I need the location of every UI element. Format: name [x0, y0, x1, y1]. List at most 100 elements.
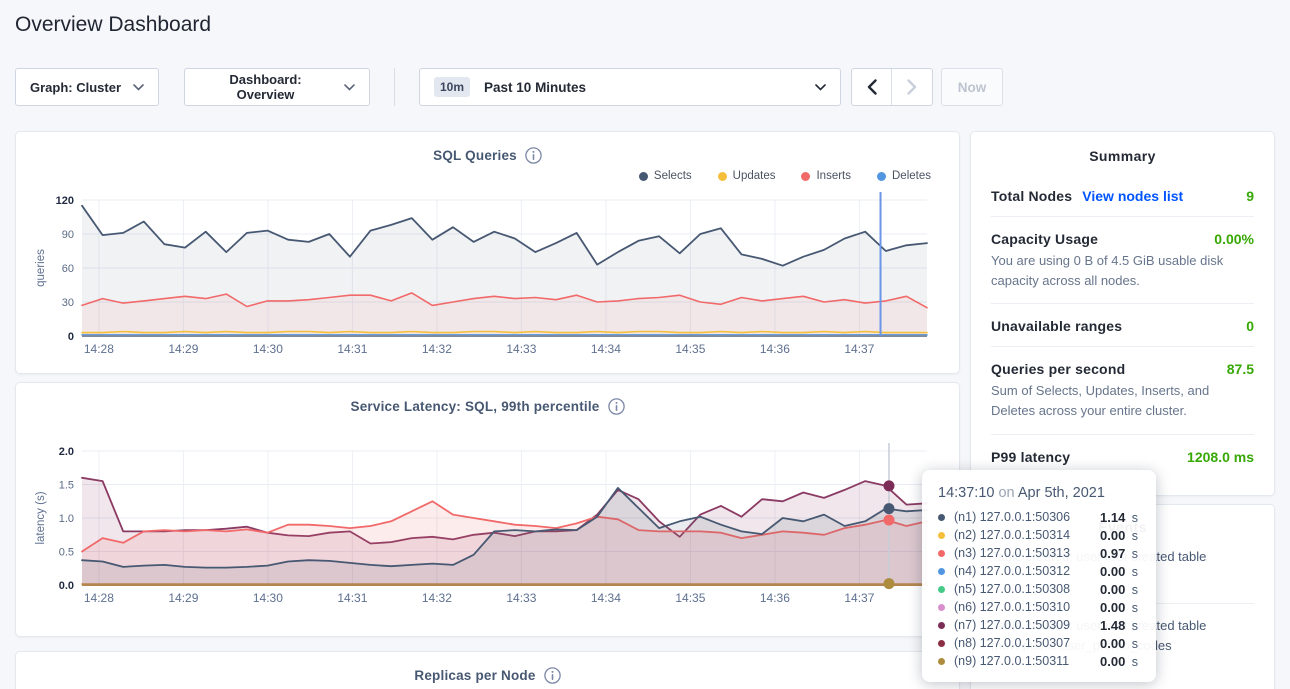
- tooltip-node-unit: s: [1128, 583, 1138, 597]
- latency-chart-card: Service Latency: SQL, 99th percentile 14…: [15, 382, 960, 637]
- charts-column: SQL Queries Selects Updates Inserts Deletes…: [15, 131, 960, 689]
- svg-text:14:33: 14:33: [506, 591, 536, 605]
- tooltip-node-row: (n8) 127.0.0.1:503070.00 s: [938, 634, 1140, 652]
- tooltip-node-row: (n4) 127.0.0.1:503120.00 s: [938, 562, 1140, 580]
- dashboard-select-label: Dashboard: Overview: [199, 72, 332, 102]
- legend-color-dot: [639, 172, 648, 181]
- overview-dashboard-page: Overview Dashboard Graph: Cluster Dashbo…: [0, 0, 1290, 689]
- svg-text:14:37: 14:37: [844, 342, 874, 356]
- node-color-dot: [938, 622, 945, 629]
- chevron-down-icon: [815, 84, 826, 91]
- tooltip-node-value: 0.00 s: [1100, 654, 1138, 669]
- svg-text:1.0: 1.0: [59, 513, 74, 525]
- legend-label: Updates: [733, 170, 776, 182]
- tooltip-node-row: (n3) 127.0.0.1:503130.97 s: [938, 544, 1140, 562]
- sql-queries-chart[interactable]: 14:2814:2914:3014:3114:3214:3314:3414:35…: [32, 186, 945, 358]
- sql-queries-chart-card: SQL Queries Selects Updates Inserts Deletes…: [15, 131, 960, 374]
- tooltip-node-row: (n6) 127.0.0.1:503100.00 s: [938, 598, 1140, 616]
- svg-text:14:32: 14:32: [422, 342, 452, 356]
- node-color-dot: [938, 586, 945, 593]
- time-next-button[interactable]: [892, 69, 932, 105]
- svg-text:14:31: 14:31: [337, 342, 367, 356]
- tooltip-node-label: (n7) 127.0.0.1:50309: [954, 618, 1100, 632]
- node-color-dot: [938, 604, 945, 611]
- info-icon[interactable]: [525, 147, 542, 164]
- tooltip-node-unit: s: [1128, 637, 1138, 651]
- svg-text:2.0: 2.0: [59, 446, 74, 458]
- legend-color-dot: [877, 172, 886, 181]
- info-icon[interactable]: [544, 667, 561, 684]
- tooltip-node-unit: s: [1128, 601, 1138, 615]
- latency-chart[interactable]: 14:2814:2914:3014:3114:3214:3314:3414:35…: [32, 437, 945, 609]
- dashboard-select-dropdown[interactable]: Dashboard: Overview: [184, 68, 370, 106]
- svg-text:90: 90: [62, 229, 74, 241]
- tooltip-node-value: 1.14 s: [1100, 510, 1138, 525]
- legend-item-inserts[interactable]: Inserts: [801, 170, 851, 182]
- summary-title: Summary: [991, 148, 1254, 164]
- time-range-dropdown[interactable]: 10m Past 10 Minutes: [419, 68, 841, 106]
- chart-title: SQL Queries: [433, 148, 517, 163]
- legend-item-selects[interactable]: Selects: [639, 170, 692, 182]
- tooltip-node-value: 0.00 s: [1100, 636, 1138, 651]
- unavailable-ranges-value: 0: [1246, 318, 1254, 334]
- svg-text:14:29: 14:29: [168, 342, 198, 356]
- tooltip-node-label: (n3) 127.0.0.1:50313: [954, 546, 1100, 560]
- svg-text:0.5: 0.5: [59, 547, 74, 559]
- svg-text:1.5: 1.5: [59, 480, 74, 492]
- tooltip-node-value: 0.00 s: [1100, 564, 1138, 579]
- svg-text:14:29: 14:29: [168, 591, 198, 605]
- tooltip-node-unit: s: [1128, 565, 1138, 579]
- toolbar-divider: [394, 68, 395, 106]
- summary-row-total-nodes: Total Nodes View nodes list 9: [991, 174, 1254, 216]
- legend-item-deletes[interactable]: Deletes: [877, 170, 931, 182]
- tooltip-node-label: (n6) 127.0.0.1:50310: [954, 600, 1100, 614]
- total-nodes-value: 9: [1246, 188, 1254, 204]
- tooltip-node-value: 0.00 s: [1100, 582, 1138, 597]
- tooltip-node-label: (n5) 127.0.0.1:50308: [954, 582, 1100, 596]
- svg-text:0.0: 0.0: [59, 580, 74, 592]
- tooltip-node-label: (n1) 127.0.0.1:50306: [954, 510, 1100, 524]
- svg-text:14:34: 14:34: [591, 591, 621, 605]
- tooltip-node-label: (n2) 127.0.0.1:50314: [954, 528, 1100, 542]
- chevron-down-icon: [344, 84, 355, 91]
- tooltip-date: Apr 5th, 2021: [1018, 485, 1105, 501]
- node-color-dot: [938, 658, 945, 665]
- tooltip-node-unit: s: [1128, 529, 1138, 543]
- legend-label: Inserts: [816, 170, 851, 182]
- graph-select-label: Graph: Cluster: [30, 80, 121, 95]
- svg-text:14:35: 14:35: [675, 591, 705, 605]
- tooltip-node-label: (n8) 127.0.0.1:50307: [954, 636, 1100, 650]
- time-range-label: Past 10 Minutes: [484, 80, 586, 95]
- legend-color-dot: [801, 172, 810, 181]
- svg-text:latency (s): latency (s): [35, 491, 47, 544]
- capacity-label: Capacity Usage: [991, 231, 1098, 247]
- tooltip-timestamp: 14:37:10 on Apr 5th, 2021: [938, 485, 1140, 501]
- info-icon[interactable]: [608, 398, 625, 415]
- tooltip-node-row: (n9) 127.0.0.1:503110.00 s: [938, 652, 1140, 670]
- node-color-dot: [938, 514, 945, 521]
- tooltip-node-value: 0.00 s: [1100, 600, 1138, 615]
- node-color-dot: [938, 532, 945, 539]
- time-pager: [851, 68, 933, 106]
- now-button[interactable]: Now: [941, 68, 1003, 106]
- toolbar: Graph: Cluster Dashboard: Overview 10m P…: [15, 68, 1003, 106]
- tooltip-node-row: (n5) 127.0.0.1:503080.00 s: [938, 580, 1140, 598]
- svg-text:14:30: 14:30: [253, 591, 283, 605]
- node-color-dot: [938, 550, 945, 557]
- legend-item-updates[interactable]: Updates: [718, 170, 776, 182]
- chevron-down-icon: [133, 84, 144, 91]
- chart-hover-tooltip: 14:37:10 on Apr 5th, 2021 (n1) 127.0.0.1…: [922, 470, 1156, 682]
- chart-title: Replicas per Node: [414, 668, 535, 683]
- chart-title: Service Latency: SQL, 99th percentile: [351, 399, 600, 414]
- view-nodes-list-link[interactable]: View nodes list: [1082, 188, 1183, 204]
- tooltip-node-value: 0.00 s: [1100, 528, 1138, 543]
- time-prev-button[interactable]: [852, 69, 892, 105]
- chevron-right-icon: [907, 79, 917, 95]
- tooltip-node-unit: s: [1128, 655, 1138, 669]
- tooltip-node-row: (n2) 127.0.0.1:503140.00 s: [938, 526, 1140, 544]
- graph-select-dropdown[interactable]: Graph: Cluster: [15, 68, 159, 106]
- node-color-dot: [938, 640, 945, 647]
- svg-text:60: 60: [62, 263, 74, 275]
- svg-text:14:32: 14:32: [422, 591, 452, 605]
- replicas-chart-card: Replicas per Node: [15, 651, 960, 689]
